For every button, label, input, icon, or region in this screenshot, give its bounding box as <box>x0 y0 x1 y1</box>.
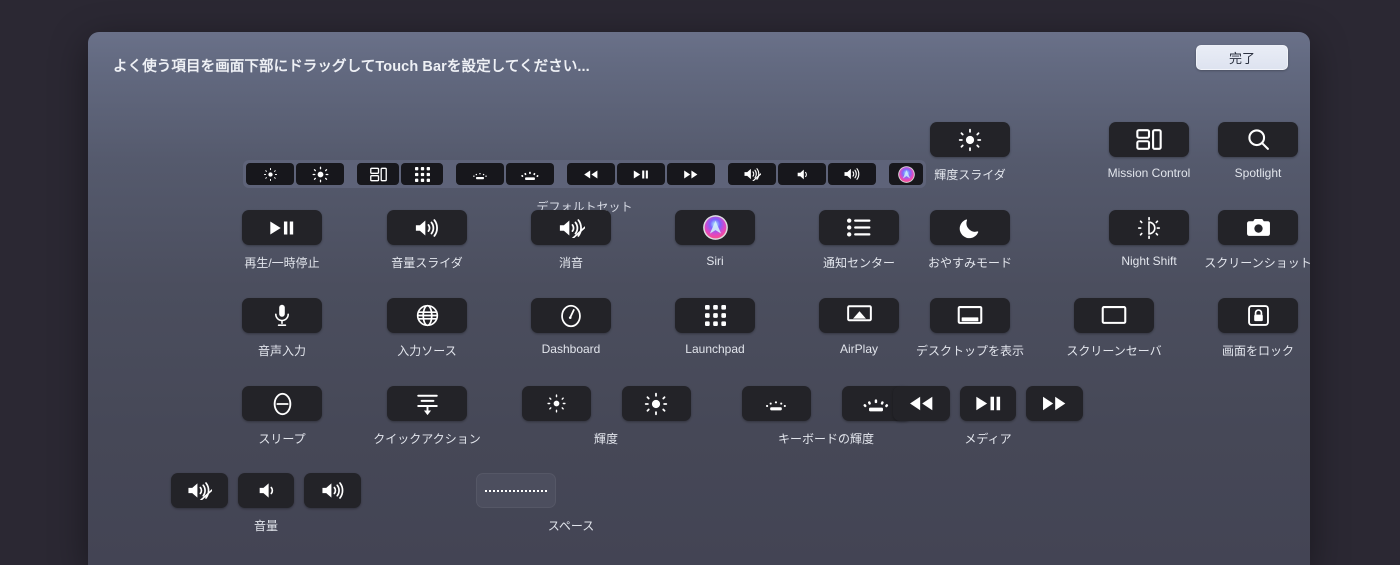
brightness-up-icon[interactable] <box>930 122 1010 157</box>
brightness-up-icon[interactable] <box>621 386 691 421</box>
strip-separator <box>717 174 726 175</box>
item-label: 画面をロック <box>1221 344 1294 358</box>
rewind-icon[interactable] <box>893 386 950 421</box>
strip-key-play-pause[interactable] <box>617 163 665 185</box>
keyboard-brightness-down-icon[interactable] <box>741 386 811 421</box>
group-label: 輝度 <box>593 432 618 446</box>
touch-bar-customize-sheet: よく使う項目を画面下部にドラッグしてTouch Barを設定してください... … <box>88 32 1310 565</box>
strip-key-launchpad[interactable] <box>401 163 443 185</box>
moon-icon[interactable] <box>930 210 1010 245</box>
group-keys <box>893 386 1084 421</box>
group-media: メディア <box>893 386 1084 447</box>
item-label: Spotlight <box>1234 166 1282 180</box>
launchpad-icon[interactable] <box>675 298 755 333</box>
strip-separator <box>346 174 355 175</box>
show-desktop-icon[interactable] <box>930 298 1010 333</box>
sheet-header: よく使う項目を画面下部にドラッグしてTouch Barを設定してください... … <box>88 32 1310 100</box>
default-set-group: デフォルトセット <box>243 160 926 215</box>
globe-icon[interactable] <box>387 298 467 333</box>
strip-key-rewind[interactable] <box>567 163 615 185</box>
strip-separator <box>556 174 565 175</box>
item-space[interactable]: スペース <box>476 473 666 534</box>
group-keys <box>171 473 362 508</box>
default-set-strip[interactable] <box>243 160 926 188</box>
item-spotlight[interactable]: Spotlight <box>1163 122 1310 180</box>
quick-action-icon[interactable] <box>387 386 467 421</box>
strip-separator <box>445 174 454 175</box>
fast-forward-icon[interactable] <box>1026 386 1084 421</box>
siri-icon[interactable] <box>675 210 755 245</box>
item-quick-action[interactable]: クイックアクション <box>332 386 522 447</box>
search-icon[interactable] <box>1218 122 1298 157</box>
camera-icon[interactable] <box>1218 210 1298 245</box>
group-label: メディア <box>964 432 1012 446</box>
group-brightness: 輝度 <box>511 386 701 447</box>
strip-key-volume-down[interactable] <box>778 163 826 185</box>
item-label: クイックアクション <box>373 432 481 446</box>
strip-key-fast-forward[interactable] <box>667 163 715 185</box>
strip-key-volume-up[interactable] <box>828 163 876 185</box>
strip-key-brightness-down[interactable] <box>246 163 294 185</box>
space-dots-icon[interactable] <box>476 473 556 508</box>
microphone-icon[interactable] <box>242 298 322 333</box>
screensaver-icon[interactable] <box>1074 298 1154 333</box>
volume-down-icon[interactable] <box>237 473 295 508</box>
strip-key-keyboard-brightness-down[interactable] <box>456 163 504 185</box>
strip-key-keyboard-brightness-up[interactable] <box>506 163 554 185</box>
group-label: 音量 <box>253 519 278 533</box>
strip-key-brightness-up[interactable] <box>296 163 344 185</box>
brightness-down-icon[interactable] <box>521 386 591 421</box>
sheet-instruction-text: よく使う項目を画面下部にドラッグしてTouch Barを設定してください... <box>113 59 590 75</box>
dashboard-icon[interactable] <box>531 298 611 333</box>
volume-up-icon[interactable] <box>304 473 362 508</box>
done-button[interactable]: 完了 <box>1196 45 1288 70</box>
sleep-icon[interactable] <box>242 386 322 421</box>
group-keys <box>511 386 701 421</box>
item-label: スクリーンショット <box>1204 256 1310 270</box>
group-volume: 音量 <box>171 473 362 534</box>
volume-up-icon[interactable] <box>387 210 467 245</box>
play-pause-icon[interactable] <box>959 386 1017 421</box>
item-screenshot[interactable]: スクリーンショット <box>1163 210 1310 271</box>
strip-key-mission-control[interactable] <box>357 163 399 185</box>
item-label: スペース <box>547 519 595 533</box>
volume-mute-icon[interactable] <box>531 210 611 245</box>
space-dots <box>485 488 547 493</box>
volume-mute-icon[interactable] <box>171 473 228 508</box>
lock-icon[interactable] <box>1218 298 1298 333</box>
play-pause-icon[interactable] <box>242 210 322 245</box>
item-lock-screen[interactable]: 画面をロック <box>1163 298 1310 359</box>
strip-key-volume-mute[interactable] <box>728 163 776 185</box>
